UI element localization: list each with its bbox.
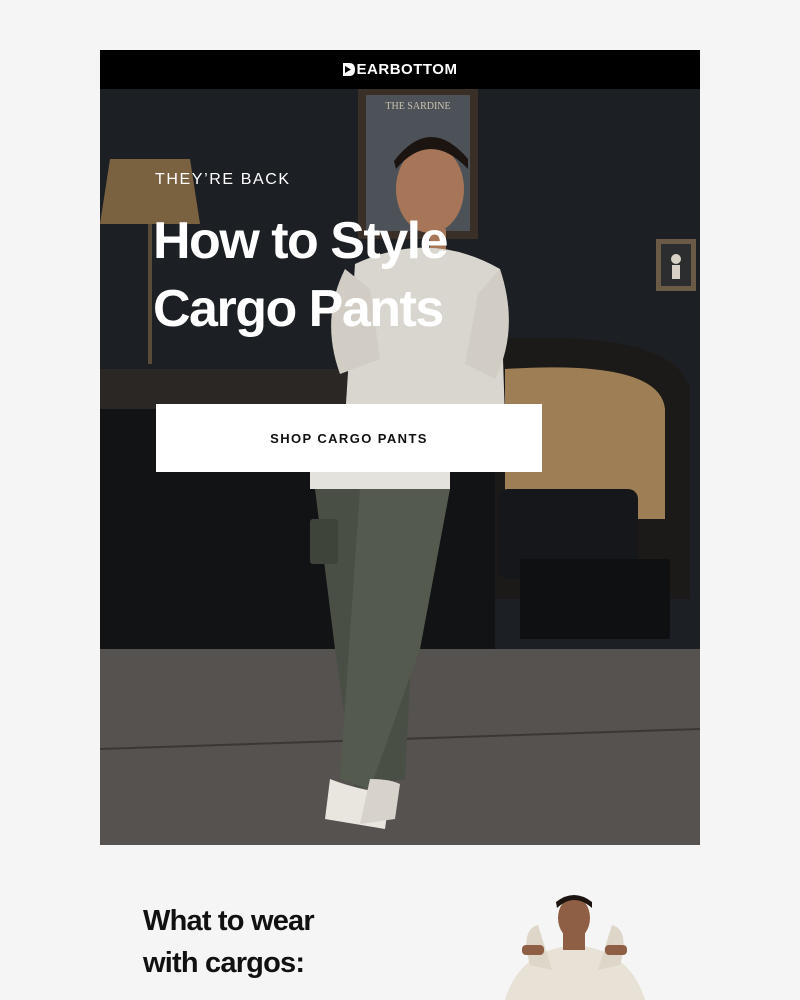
hero-headline-line-1: How to Style (153, 212, 449, 270)
brand-logo-text: EARBOTTOM (356, 61, 458, 78)
section-title-line-1: What to wear (143, 905, 315, 937)
hero-headline: How to Style Cargo Pants (153, 207, 573, 343)
brand-logo[interactable]: EARBOTTOM (342, 61, 458, 78)
brand-logo-mark-icon (342, 63, 355, 76)
poster-sign-text: THE SARDINE (385, 101, 450, 112)
email-header: EARBOTTOM (100, 50, 700, 89)
shop-cargo-pants-button[interactable]: SHOP CARGO PANTS (156, 404, 542, 472)
hero-eyebrow: THEY’RE BACK (155, 171, 291, 188)
model-hoodie-photo (505, 895, 645, 1000)
hero-banner[interactable]: THE SARDINE THEY’RE BACK How to Style Ca… (100, 89, 700, 845)
hero-headline-line-2: Cargo Pants (153, 280, 444, 338)
email-container: EARBOTTOM THE SARDINE THEY’RE BACK How t… (100, 50, 700, 1000)
section-title-line-2: with cargos: (143, 947, 305, 979)
what-to-wear-section: What to wear with cargos: (100, 845, 700, 1000)
section-title: What to wear with cargos: (143, 900, 403, 984)
